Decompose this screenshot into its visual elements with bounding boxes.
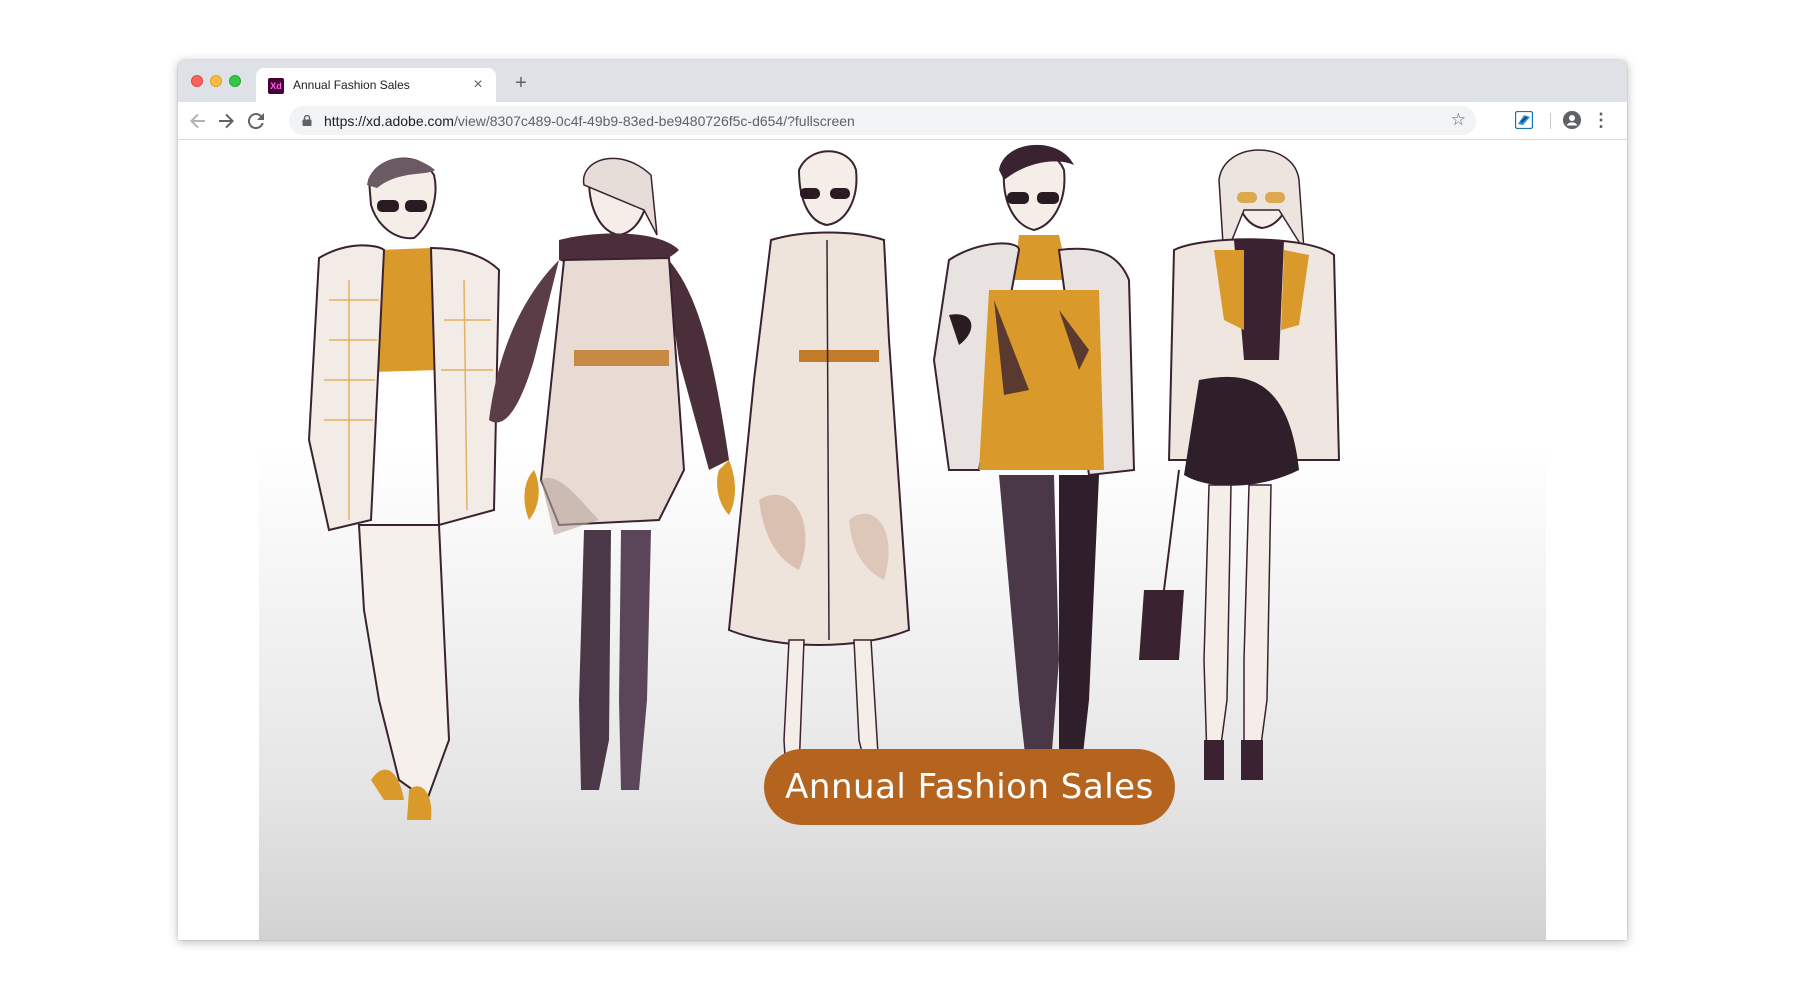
extension-icon[interactable]	[1515, 111, 1533, 129]
minimize-window-button[interactable]	[210, 75, 222, 87]
forward-arrow-icon[interactable]	[214, 109, 238, 133]
back-arrow-icon[interactable]	[186, 109, 210, 133]
star-icon[interactable]: ☆	[1451, 109, 1466, 131]
lock-icon	[302, 115, 312, 126]
prototype-artboard: Annual Fashion Sales	[259, 140, 1546, 940]
url-text[interactable]: https://xd.adobe.com/view/8307c489-0c4f-…	[324, 113, 855, 129]
url-path: /view/8307c489-0c4f-49b9-83ed-be9480726f…	[453, 113, 855, 129]
model-5-black-dress	[1139, 149, 1341, 780]
close-tab-icon[interactable]: ×	[468, 75, 488, 95]
model-4-mustard-jacket	[932, 144, 1136, 802]
model-3-trench-coat	[727, 150, 911, 800]
profile-icon[interactable]	[1563, 111, 1581, 129]
toolbar-divider	[1550, 113, 1551, 129]
annual-fashion-sales-button[interactable]: Annual Fashion Sales	[764, 749, 1175, 825]
reload-icon[interactable]	[244, 109, 268, 133]
url-host: https://xd.adobe.com	[324, 113, 454, 129]
model-2-dark-scarf	[489, 157, 735, 790]
address-bar[interactable]: https://xd.adobe.com/view/8307c489-0c4f-…	[289, 106, 1476, 135]
tab-annual-fashion-sales[interactable]: Xd Annual Fashion Sales ×	[256, 68, 496, 102]
page-viewport: Annual Fashion Sales	[178, 140, 1627, 940]
menu-icon[interactable]: ⋮	[1592, 108, 1610, 132]
close-window-button[interactable]	[191, 75, 203, 87]
tab-title: Annual Fashion Sales	[293, 78, 410, 92]
new-tab-button[interactable]: +	[509, 71, 533, 95]
browser-window: Xd Annual Fashion Sales × + https://xd.a…	[178, 60, 1627, 940]
adobe-xd-icon: Xd	[268, 78, 284, 94]
maximize-window-button[interactable]	[229, 75, 241, 87]
tab-strip: Xd Annual Fashion Sales × +	[178, 60, 1627, 102]
model-1-plaid-suit	[307, 157, 501, 820]
browser-toolbar: https://xd.adobe.com/view/8307c489-0c4f-…	[178, 102, 1627, 140]
